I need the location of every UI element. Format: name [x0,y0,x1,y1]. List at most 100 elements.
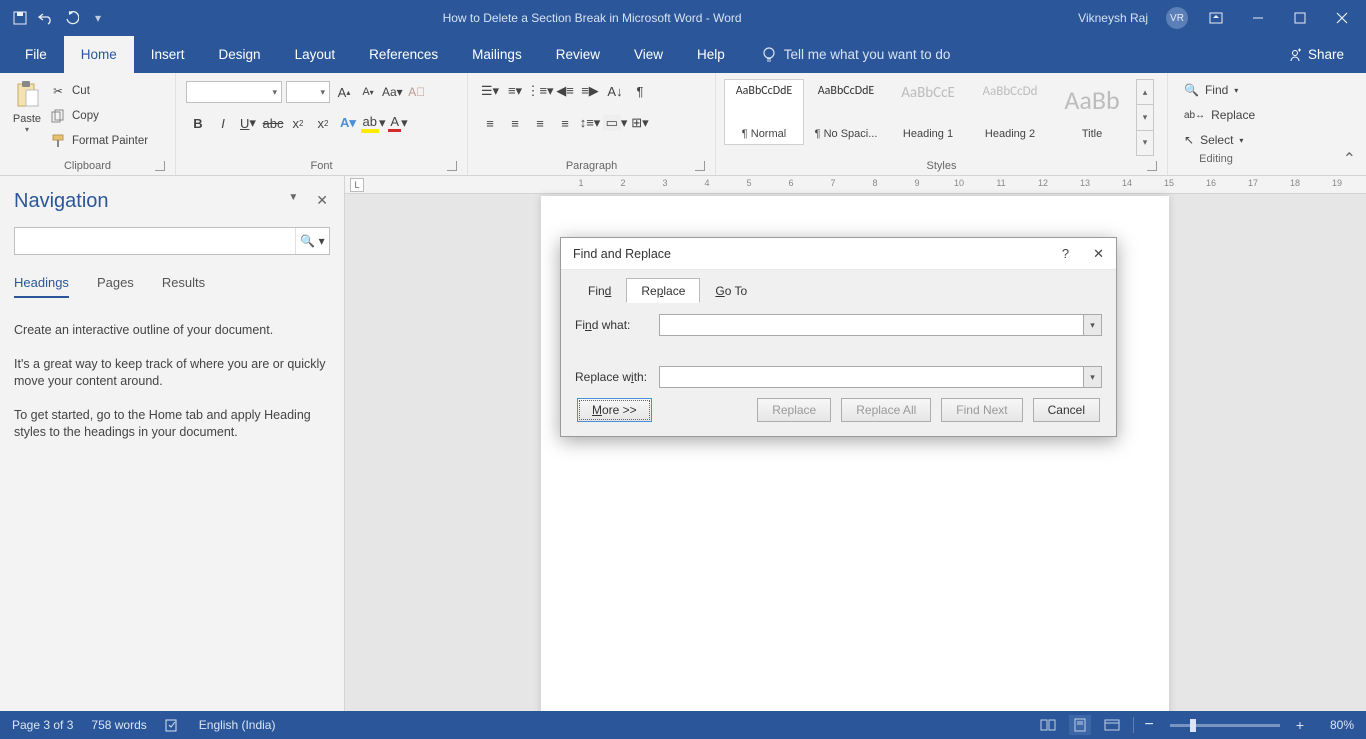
clipboard-dialog-launcher[interactable] [155,161,165,171]
nav-dropdown-icon[interactable]: ▼ [288,192,298,209]
user-name[interactable]: Vikneysh Raj [1078,11,1148,25]
dialog-help-icon[interactable]: ? [1062,246,1069,262]
redo-icon[interactable] [64,10,80,26]
scroll-up-icon[interactable]: ▴ [1137,80,1153,105]
dialog-titlebar[interactable]: Find and Replace ? ✕ [561,238,1116,270]
replace-history-dropdown[interactable]: ▾ [1083,367,1101,387]
zoom-in-icon[interactable]: + [1296,717,1304,733]
status-page[interactable]: Page 3 of 3 [12,718,73,732]
multilevel-button[interactable]: ⋮≡▾ [528,79,552,103]
text-effects-button[interactable]: A▾ [336,111,360,135]
style-item[interactable]: AaBbTitle [1052,79,1132,145]
horizontal-ruler[interactable]: L 12345678910111213141516171819 [345,176,1366,194]
styles-dialog-launcher[interactable] [1147,161,1157,171]
paragraph-dialog-launcher[interactable] [695,161,705,171]
web-layout-icon[interactable] [1101,715,1123,735]
align-center-button[interactable]: ≡ [503,111,527,135]
styles-expand-icon[interactable]: ▾ [1137,131,1153,155]
dialog-tab-find[interactable]: Find [573,278,626,303]
subscript-button[interactable]: x2 [286,111,310,135]
italic-button[interactable]: I [211,111,235,135]
replace-with-input[interactable] [660,367,1083,387]
clear-formatting-button[interactable]: A⃠ [407,81,427,103]
increase-indent-button[interactable]: ≡▶ [578,79,602,103]
avatar[interactable]: VR [1166,7,1188,29]
replace-single-button[interactable]: Replace [757,398,831,422]
find-history-dropdown[interactable]: ▾ [1083,315,1101,335]
paste-button[interactable]: Paste ▾ [6,77,48,158]
minimize-icon[interactable] [1244,4,1272,32]
status-language[interactable]: English (India) [199,718,276,732]
grow-font-button[interactable]: A▴ [334,81,354,103]
style-item[interactable]: AaBbCcEHeading 1 [888,79,968,145]
nav-search-input[interactable] [15,228,295,254]
nav-tab-results[interactable]: Results [162,275,205,298]
tab-help[interactable]: Help [680,36,742,73]
font-color-button[interactable]: A▾ [386,111,410,135]
save-icon[interactable] [12,10,28,26]
tab-review[interactable]: Review [539,36,617,73]
tab-selector-icon[interactable]: L [350,178,364,192]
undo-icon[interactable] [38,10,54,26]
align-right-button[interactable]: ≡ [528,111,552,135]
format-painter-button[interactable]: Format Painter [50,129,148,153]
copy-button[interactable]: Copy [50,104,148,128]
nav-tab-pages[interactable]: Pages [97,275,134,298]
sort-button[interactable]: A↓ [603,79,627,103]
ribbon-display-icon[interactable] [1202,4,1230,32]
replace-all-button[interactable]: Replace All [841,398,931,422]
nav-search[interactable]: 🔍 ▾ [14,227,330,255]
tell-me[interactable]: Tell me what you want to do [742,36,951,73]
nav-close-icon[interactable]: ✕ [316,192,328,209]
nav-search-button[interactable]: 🔍 ▾ [295,228,329,254]
zoom-level[interactable]: 80% [1314,718,1354,732]
font-dialog-launcher[interactable] [447,161,457,171]
borders-button[interactable]: ⊞▾ [628,111,652,135]
status-proofing-icon[interactable] [165,718,181,732]
cancel-button[interactable]: Cancel [1033,398,1100,422]
styles-scroll[interactable]: ▴▾▾ [1136,79,1154,156]
replace-button[interactable]: ab↔Replace [1184,104,1250,126]
tab-references[interactable]: References [352,36,455,73]
dialog-tab-goto[interactable]: Go To [700,278,762,303]
bullets-button[interactable]: ☰▾ [478,79,502,103]
numbering-button[interactable]: ≡▾ [503,79,527,103]
change-case-button[interactable]: Aa▾ [382,81,403,103]
nav-tab-headings[interactable]: Headings [14,275,69,298]
line-spacing-button[interactable]: ↕≡▾ [578,111,602,135]
status-words[interactable]: 758 words [91,718,146,732]
align-left-button[interactable]: ≡ [478,111,502,135]
qat-customize-icon[interactable]: ▾ [90,10,106,26]
dialog-tab-replace[interactable]: Replace [626,278,700,303]
tab-mailings[interactable]: Mailings [455,36,539,73]
more-button[interactable]: More >> [577,398,652,422]
justify-button[interactable]: ≡ [553,111,577,135]
shading-button[interactable]: ▭▾ [603,111,627,135]
tab-design[interactable]: Design [202,36,278,73]
style-item[interactable]: AaBbCcDdE¶ No Spaci... [806,79,886,145]
zoom-out-icon[interactable]: − [1144,716,1153,734]
find-next-button[interactable]: Find Next [941,398,1022,422]
zoom-handle[interactable] [1190,719,1196,732]
dialog-close-icon[interactable]: ✕ [1093,246,1104,262]
select-button[interactable]: ↖Select▾ [1184,129,1250,151]
print-layout-icon[interactable] [1069,715,1091,735]
read-mode-icon[interactable] [1037,715,1059,735]
zoom-slider[interactable] [1170,724,1280,727]
style-item[interactable]: AaBbCcDdE¶ Normal [724,79,804,145]
cut-button[interactable]: ✂Cut [50,79,148,103]
share-button[interactable]: Share [1288,36,1366,73]
font-selector[interactable]: ▾ [186,81,282,103]
tab-view[interactable]: View [617,36,680,73]
style-item[interactable]: AaBbCcDdHeading 2 [970,79,1050,145]
highlight-button[interactable]: ab▾ [361,111,385,135]
strikethrough-button[interactable]: abc [261,111,285,135]
superscript-button[interactable]: x2 [311,111,335,135]
tab-layout[interactable]: Layout [278,36,353,73]
decrease-indent-button[interactable]: ◀≡ [553,79,577,103]
scroll-down-icon[interactable]: ▾ [1137,105,1153,130]
replace-with-field[interactable]: ▾ [659,366,1102,388]
close-icon[interactable] [1328,4,1356,32]
font-size-selector[interactable]: ▾ [286,81,330,103]
bold-button[interactable]: B [186,111,210,135]
